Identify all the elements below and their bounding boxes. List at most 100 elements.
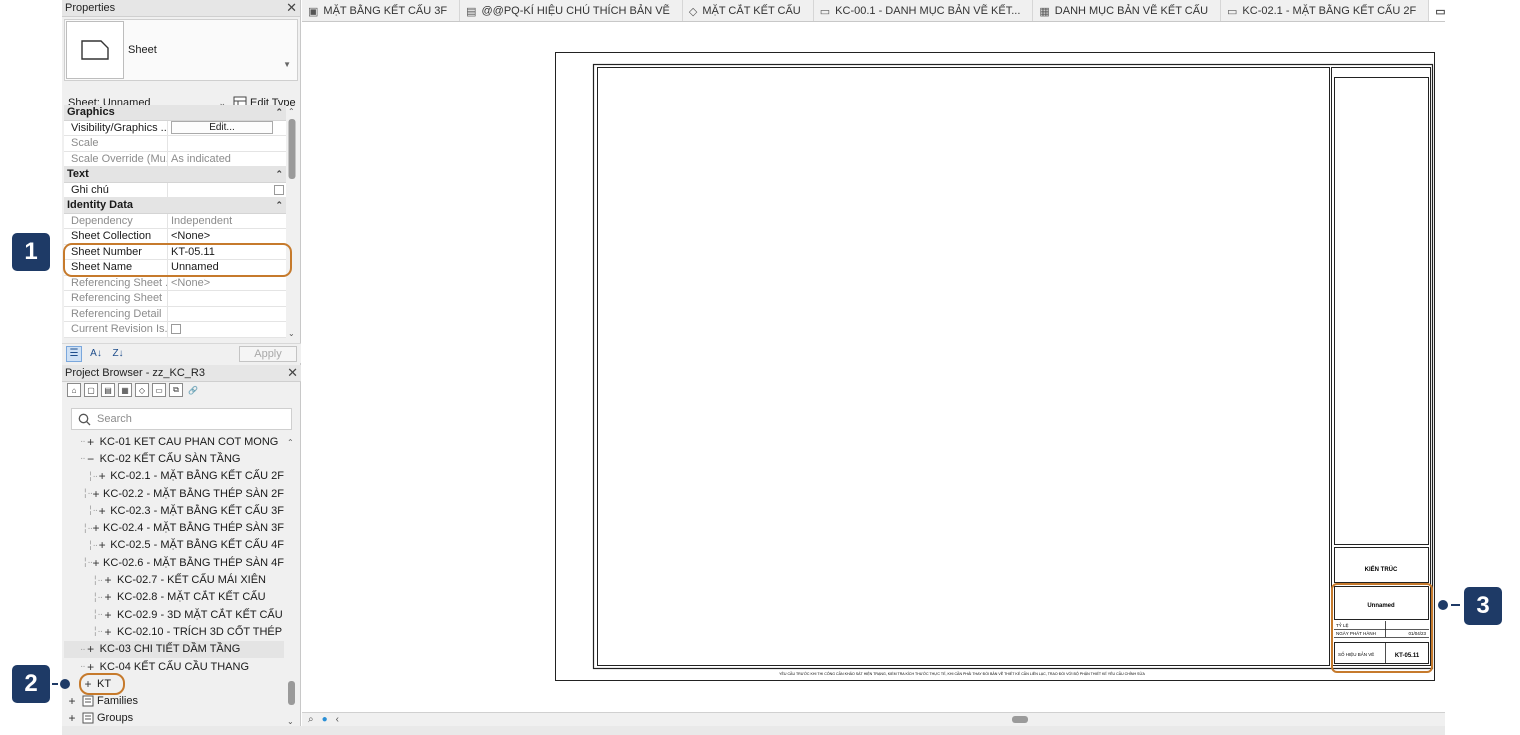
tree-scroll-thumb[interactable] xyxy=(288,681,295,705)
property-label: Referencing Sheet ... xyxy=(64,275,168,290)
properties-title-text: Properties xyxy=(65,2,116,14)
search-input[interactable]: Search xyxy=(71,408,292,430)
tree-item[interactable]: ¦ ·· + KC-02.6 - MẶT BẰNG THÉP SÀN 4F xyxy=(64,554,284,571)
view-tab-label: @@PQ-KÍ HIỆU CHÚ THÍCH BẢN VẼ xyxy=(481,5,670,17)
expand-toggle-icon[interactable]: + xyxy=(97,538,107,552)
tree-item[interactable]: ¦ ·· + KC-02.5 - MẶT BẰNG KẾT CẤU 4F xyxy=(64,537,284,554)
properties-scrollbar[interactable]: ⌃ ⌄ xyxy=(287,105,297,338)
property-row: Referencing Sheet ... <None> xyxy=(64,275,286,291)
tree-item[interactable]: ¦ ·· + KC-02.10 - TRÍCH 3D CỐT THÉP xyxy=(64,623,284,640)
property-value[interactable] xyxy=(168,183,286,198)
tree-item-label: KC-02.2 - MẶT BẰNG THÉP SÀN 2F xyxy=(103,487,284,500)
collapse-icon[interactable]: ⌃ xyxy=(275,169,283,180)
expand-toggle-icon[interactable]: + xyxy=(66,711,78,725)
chevron-left-icon[interactable]: ‹ xyxy=(336,714,339,725)
sheet-icon[interactable]: ▭ xyxy=(152,383,166,397)
property-label: Referencing Sheet xyxy=(64,291,168,306)
collapse-icon[interactable]: ⌃ xyxy=(275,107,283,118)
property-value xyxy=(168,136,286,151)
tree-item[interactable]: ¦ ·· + KC-02.4 - MẶT BẰNG THÉP SÀN 3F xyxy=(64,519,284,536)
property-label: Sheet Collection xyxy=(64,229,168,244)
property-group-header[interactable]: Text ⌃ xyxy=(64,167,286,183)
tree-item[interactable]: ¦ ·· + KC-02.1 - MẶT BẰNG KẾT CẤU 2F xyxy=(64,468,284,485)
categorize-icon[interactable]: ☰ xyxy=(66,345,82,362)
tree-connector: ¦ ·· xyxy=(84,522,93,534)
view-tab[interactable]: ▦ DANH MỤC BẢN VẼ KẾT CẤU xyxy=(1033,0,1222,21)
view-tab[interactable]: ▭ KC-02.1 - MẶT BẰNG KẾT CẤU 2F xyxy=(1221,0,1430,21)
expand-toggle-icon[interactable]: + xyxy=(97,504,107,518)
property-group-header[interactable]: Identity Data ⌃ xyxy=(64,198,286,214)
view-tab[interactable]: ▭KT-05.1 xyxy=(1429,0,1445,21)
view-icon[interactable]: ▢ xyxy=(84,383,98,397)
family-icon[interactable]: ◇ xyxy=(135,383,149,397)
tree-item-label: KC-02.3 - MẶT BẰNG KẾT CẤU 3F xyxy=(110,504,284,517)
property-row: Visibility/Graphics ... Edit... xyxy=(64,120,286,136)
expand-toggle-icon[interactable]: + xyxy=(102,573,114,587)
sheet-list-icon[interactable]: ▤ xyxy=(101,383,115,397)
tree-item-label: KC-02.1 - MẶT BẰNG KẾT CẤU 2F xyxy=(110,470,284,483)
expand-toggle-icon[interactable]: + xyxy=(92,521,100,535)
close-icon[interactable]: ✕ xyxy=(287,365,298,381)
expand-toggle-icon[interactable]: + xyxy=(66,694,78,708)
property-label: Current Revision Is... xyxy=(64,322,168,337)
type-selector[interactable]: Sheet ▼ xyxy=(64,19,298,81)
lightbulb-icon[interactable]: ● xyxy=(322,714,328,725)
horizontal-scroll-thumb[interactable] xyxy=(1012,716,1028,723)
tree-item[interactable]: ¦ ·· + KC-02.7 - KẾT CẤU MÁI XIÊN xyxy=(64,571,284,588)
drawing-canvas[interactable]: KIẾN TRÚC Unnamed TỶ LỆ NGÀY PHÁT HÀNH 0… xyxy=(302,23,1445,712)
close-icon[interactable]: ✕ xyxy=(286,0,297,16)
link-icon[interactable]: 🔗 xyxy=(186,383,200,397)
schedule-icon[interactable]: ▦ xyxy=(118,383,132,397)
expand-toggle-icon[interactable]: + xyxy=(85,660,97,674)
collapse-icon[interactable]: ⌃ xyxy=(275,200,283,211)
property-value[interactable]: Edit... xyxy=(168,121,286,136)
expand-toggle-icon[interactable]: + xyxy=(102,608,114,622)
home-icon[interactable]: ⌂ xyxy=(67,383,81,397)
edit-visibility-button[interactable]: Edit... xyxy=(171,121,273,135)
property-row: Scale xyxy=(64,136,286,152)
tree-item[interactable]: ·· − KC-02 KẾT CẤU SÀN TẦNG xyxy=(64,450,284,467)
tree-item[interactable]: ¦ ·· + KC-02.8 - MẶT CẮT KẾT CẤU xyxy=(64,589,284,606)
checkbox[interactable] xyxy=(274,184,284,195)
project-browser-scrollbar[interactable]: ⌃ ⌄ xyxy=(286,436,297,726)
expand-toggle-icon[interactable]: + xyxy=(97,469,107,483)
expand-toggle-icon[interactable]: + xyxy=(102,590,114,604)
tree-item[interactable]: ·· + KC-03 CHI TIẾT DẦM TẦNG xyxy=(64,640,284,658)
tree-item[interactable]: ¦ ·· + KC-02.2 - MẶT BẰNG THÉP SÀN 2F xyxy=(64,485,284,502)
sort-ascending-icon[interactable]: A↓ xyxy=(88,346,104,362)
dropdown-arrow-icon[interactable]: ▼ xyxy=(283,60,291,69)
expand-toggle-icon[interactable]: − xyxy=(85,452,97,466)
property-group-header[interactable]: Graphics ⌃ xyxy=(64,105,286,121)
view-tab[interactable]: ▣ MẶT BẰNG KẾT CẤU 3F xyxy=(302,0,461,21)
expand-toggle-icon[interactable]: + xyxy=(92,556,100,570)
titleblock-blank-area xyxy=(1334,77,1429,545)
tree-item[interactable]: + Groups xyxy=(64,710,284,727)
tree-connector: ¦ ·· xyxy=(84,557,93,569)
expand-toggle-icon[interactable]: + xyxy=(92,487,100,501)
svg-text:⌄: ⌄ xyxy=(287,717,294,726)
view-tab-label: KC-02.1 - MẶT BẰNG KẾT CẤU 2F xyxy=(1242,5,1417,17)
callout-dot-2 xyxy=(60,679,70,689)
properties-scroll-thumb[interactable] xyxy=(288,119,296,179)
tree-item-label: KC-02.8 - MẶT CẮT KẾT CẤU xyxy=(117,591,266,604)
tree-connector: ¦ ·· xyxy=(89,470,98,482)
apply-button[interactable]: Apply xyxy=(239,345,297,362)
property-value[interactable]: <None> xyxy=(168,229,286,244)
schedule-icon: ▦ xyxy=(1039,5,1050,18)
sort-descending-icon[interactable]: Z↓ xyxy=(110,346,126,362)
group-icon[interactable]: ⧉ xyxy=(169,383,183,397)
binoculars-icon[interactable]: ⌕ xyxy=(308,714,314,725)
tree-item-label: KC-03 CHI TIẾT DẦM TẦNG xyxy=(99,643,241,656)
view-tab[interactable]: ▤ @@PQ-KÍ HIỆU CHÚ THÍCH BẢN VẼ xyxy=(460,0,683,21)
expand-toggle-icon[interactable]: + xyxy=(85,642,97,656)
expand-toggle-icon[interactable]: + xyxy=(102,625,114,639)
tree-item[interactable]: ¦ ·· + KC-02.9 - 3D MẶT CẮT KẾT CẤU xyxy=(64,606,284,623)
tree-item[interactable]: + Families xyxy=(64,692,284,709)
view-tab[interactable]: ◇ MẶT CẮT KẾT CẤU xyxy=(683,0,814,21)
view-tab[interactable]: ▭ KC-00.1 - DANH MỤC BẢN VẼ KẾT... xyxy=(814,0,1034,21)
tree-item[interactable]: ¦ ·· + KC-02.3 - MẶT BẰNG KẾT CẤU 3F xyxy=(64,502,284,519)
expand-toggle-icon[interactable]: + xyxy=(85,435,97,449)
tree-item-label: KC-01 KET CAU PHAN COT MONG xyxy=(99,435,279,448)
svg-text:⌄: ⌄ xyxy=(288,329,295,338)
tree-item[interactable]: ·· + KC-01 KET CAU PHAN COT MONG xyxy=(64,433,284,450)
